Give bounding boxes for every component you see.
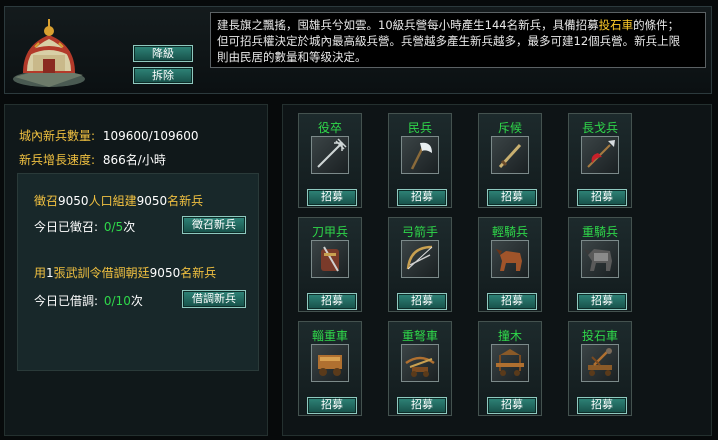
recruit-button-conscript[interactable]: 招募 <box>307 189 357 206</box>
bow-icon <box>401 240 439 278</box>
recruits-label: 城內新兵數量: <box>19 129 96 143</box>
unit-name: 輕騎兵 <box>491 225 528 239</box>
unit-card-heavy-cavalry: 重騎兵 招募 <box>568 217 632 312</box>
borrow-recruits: 9050 <box>149 266 181 280</box>
growth-label: 新兵增長速度: <box>19 153 96 167</box>
recruit-button-light-cavalry[interactable]: 招募 <box>487 293 537 310</box>
borrow-text-e: 名新兵 <box>180 266 217 280</box>
borrow-text-a: 用 <box>34 266 47 280</box>
unit-card-halberdier: 長戈兵 招募 <box>568 113 632 208</box>
recruit-button-archer[interactable]: 招募 <box>397 293 447 310</box>
unit-name: 重弩車 <box>401 329 438 343</box>
recruit-button-scout[interactable]: 招募 <box>487 189 537 206</box>
conscript-today-label: 今日已徵召: <box>34 220 99 234</box>
dagger-icon <box>491 136 529 174</box>
unit-name: 弓箭手 <box>401 225 438 239</box>
growth-row: 新兵增長速度: 866名/小時 <box>19 151 166 168</box>
horse-icon <box>491 240 529 278</box>
unit-name: 投石車 <box>581 329 618 343</box>
unit-card-militia: 民兵 招募 <box>388 113 452 208</box>
description-line-1-end: 的條件； <box>633 18 680 32</box>
unit-name: 輜重車 <box>311 329 348 343</box>
conscript-summary: 徵召9050人口組建9050名新兵 <box>34 192 203 209</box>
recruit-button-halberdier[interactable]: 招募 <box>577 189 627 206</box>
trident-icon <box>311 136 349 174</box>
unit-card-archer: 弓箭手 招募 <box>388 217 452 312</box>
demolish-button[interactable]: 拆除 <box>133 67 193 84</box>
unit-name: 重騎兵 <box>581 225 618 239</box>
recruits-value: 109600/109600 <box>102 129 199 143</box>
growth-value: 866名/小時 <box>102 153 166 167</box>
recruit-actions-box: 徵召9050人口組建9050名新兵 今日已徵召: 0/5次 徵召新兵 用1張武訓… <box>17 173 259 371</box>
unit-name: 民兵 <box>407 121 432 135</box>
recruit-status-panel: 城內新兵數量: 109600/109600 新兵增長速度: 866名/小時 徵召… <box>4 104 268 436</box>
recruit-button-catapult[interactable]: 招募 <box>577 397 627 414</box>
conscript-unit: 次 <box>123 220 136 234</box>
recruit-button-battering-ram[interactable]: 招募 <box>487 397 537 414</box>
description-line-2: 但可招兵權決定於城內最高級兵營。兵營越多產生新兵越多，最多可建12個兵營。新兵上… <box>217 34 681 48</box>
supply-cart-icon <box>311 344 349 382</box>
unit-name: 撞木 <box>497 329 522 343</box>
unit-name: 刀甲兵 <box>311 225 348 239</box>
description-highlight: 投石車 <box>598 18 634 32</box>
borrow-unit: 次 <box>130 294 143 308</box>
downgrade-button[interactable]: 降級 <box>133 45 193 62</box>
armor-icon <box>311 240 349 278</box>
battering-ram-icon <box>491 344 529 382</box>
catapult-icon <box>581 344 619 382</box>
unit-recruit-grid: 役卒 招募 民兵 招募 斥候 招募 長戈兵 招募 刀甲兵 招募 弓箭手 招募 輕… <box>282 104 712 436</box>
spear-icon <box>581 136 619 174</box>
recruit-button-militia[interactable]: 招募 <box>397 189 447 206</box>
recruit-button-heavy-ballista[interactable]: 招募 <box>397 397 447 414</box>
unit-card-heavy-ballista: 重弩車 招募 <box>388 321 452 416</box>
borrow-count-row: 今日已借調: 0/10次 <box>34 292 143 309</box>
description-line-3: 則由民居的數量和等级決定。 <box>217 50 367 64</box>
recruit-button-supply-cart[interactable]: 招募 <box>307 397 357 414</box>
recruit-button-heavy-cavalry[interactable]: 招募 <box>577 293 627 310</box>
recruits-row: 城內新兵數量: 109600/109600 <box>19 127 199 144</box>
borrow-summary: 用1張武訓令借調朝廷9050名新兵 <box>34 264 216 281</box>
borrow-text-c: 張武訓令借調朝廷 <box>53 266 150 280</box>
unit-card-scout: 斥候 招募 <box>478 113 542 208</box>
unit-card-battering-ram: 撞木 招募 <box>478 321 542 416</box>
unit-card-armored-blade: 刀甲兵 招募 <box>298 217 362 312</box>
building-info-panel: 降級 拆除 建長旗之飄搖，囤雄兵兮如雲。10級兵營每小時產生144名新兵，具備招… <box>4 6 712 94</box>
ballista-icon <box>401 344 439 382</box>
unit-card-catapult: 投石車 招募 <box>568 321 632 416</box>
armored-horse-icon <box>581 240 619 278</box>
conscript-count-row: 今日已徵召: 0/5次 <box>34 218 135 235</box>
borrow-count: 0/10 <box>103 294 131 308</box>
description-line-1: 建長旗之飄搖，囤雄兵兮如雲。10級兵營每小時產生144名新兵，具備招募 <box>217 18 599 32</box>
conscript-recruits: 9050 <box>136 194 168 208</box>
borrow-today-label: 今日已借調: <box>34 294 99 308</box>
conscript-count: 0/5 <box>103 220 124 234</box>
unit-name: 長戈兵 <box>581 121 618 135</box>
recruit-button-armored-blade[interactable]: 招募 <box>307 293 357 310</box>
unit-name: 斥候 <box>497 121 522 135</box>
borrow-button[interactable]: 借調新兵 <box>182 290 246 308</box>
unit-card-light-cavalry: 輕騎兵 招募 <box>478 217 542 312</box>
borrow-token-count: 1 <box>46 266 54 280</box>
conscript-population: 9050 <box>58 194 89 208</box>
unit-card-conscript: 役卒 招募 <box>298 113 362 208</box>
building-description: 建長旗之飄搖，囤雄兵兮如雲。10級兵營每小時產生144名新兵，具備招募投石車的條… <box>210 12 706 68</box>
unit-name: 役卒 <box>317 121 342 135</box>
unit-card-supply-cart: 輜重車 招募 <box>298 321 362 416</box>
barracks-tent-icon <box>9 17 89 89</box>
conscript-text-c: 人口組建 <box>88 194 137 208</box>
axe-icon <box>401 136 439 174</box>
conscript-text-a: 徵召 <box>34 194 59 208</box>
conscript-button[interactable]: 徵召新兵 <box>182 216 246 234</box>
conscript-text-e: 名新兵 <box>167 194 204 208</box>
